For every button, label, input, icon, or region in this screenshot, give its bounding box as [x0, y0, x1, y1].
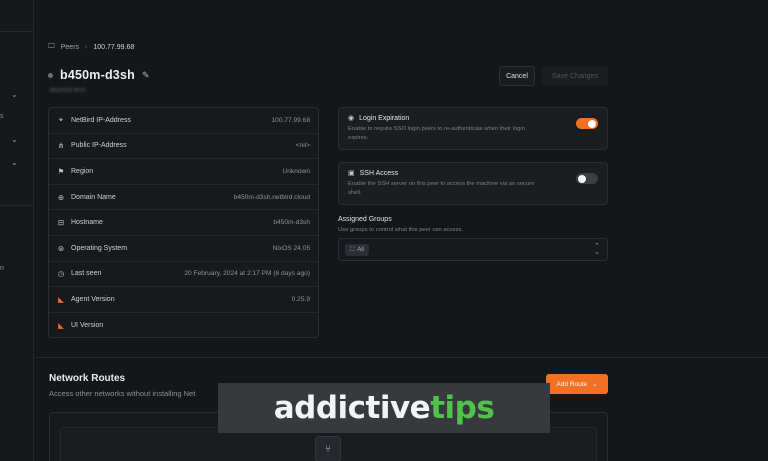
info-value: 100.77.99.68: [271, 116, 310, 124]
peer-subtitle-blurred: blurred text: [50, 87, 86, 94]
breadcrumb-separator: ›: [85, 43, 88, 51]
clock-icon: ◷: [57, 269, 65, 279]
assigned-groups-description: Use groups to control what this peer can…: [338, 227, 464, 233]
terminal-icon: ▣: [348, 170, 355, 177]
info-value: Unknown: [282, 167, 311, 175]
flag-icon: ⚑: [57, 166, 65, 176]
eye-icon: ◉: [348, 115, 355, 122]
chevron-down-icon: ⌄: [592, 381, 598, 388]
info-value: b450m-d3sh.netbird.cloud: [233, 193, 310, 201]
toggle-knob: [588, 119, 596, 128]
ssh-access-description: Enable the SSH server on this peer to ac…: [348, 181, 535, 196]
group-chip-label: All: [357, 247, 364, 253]
pencil-edit-icon[interactable]: ✎: [142, 70, 150, 81]
add-route-label: Add Route: [556, 380, 588, 388]
info-value: 20 February, 2024 at 2:17 PM (8 days ago…: [184, 270, 310, 278]
page-header: b450m-d3sh ✎: [48, 68, 150, 82]
sidebar-divider: [0, 31, 34, 32]
pin-icon: ⌖: [58, 115, 64, 125]
info-label: Domain Name: [71, 193, 116, 201]
route-fork-icon: ⑂: [315, 436, 341, 461]
status-dot: [48, 72, 53, 78]
info-label: Last seen: [71, 270, 102, 278]
ssh-access-panel: ▣ SSH Access Enable the SSH server on thi…: [338, 162, 608, 205]
info-value: b450m-d3sh: [273, 219, 310, 227]
info-label: Public IP-Address: [71, 142, 127, 150]
watermark-text-main: addictive: [273, 390, 431, 426]
login-expiration-toggle[interactable]: [576, 118, 598, 129]
netbird-icon: ◣: [58, 294, 64, 304]
sidebar-item-label[interactable]: n: [0, 265, 4, 272]
info-row-region: ⚑ Region Unknown: [49, 159, 318, 185]
save-changes-button[interactable]: Save Changes: [542, 66, 608, 86]
info-row-netbird-ip: ⌖ NetBird IP-Address 100.77.99.68: [49, 108, 318, 134]
ssh-access-title: SSH Access: [359, 169, 399, 177]
info-row-public-ip: ⋔ Public IP-Address <nil>: [49, 134, 318, 160]
netbird-icon: ◣: [58, 321, 64, 331]
info-label: Operating System: [71, 244, 128, 252]
globe-icon: ⊕: [57, 192, 65, 202]
login-expiration-description: Enable to require SSO login peers to re-…: [348, 126, 525, 141]
peer-info-card: ⌖ NetBird IP-Address 100.77.99.68 ⋔ Public…: [48, 107, 319, 338]
group-chip[interactable]: ⛶ All: [345, 244, 369, 256]
info-label: UI Version: [71, 322, 104, 330]
sidebar: ⌄ s ⌄ ⌄ n: [0, 0, 34, 461]
breadcrumb-current: 100.77.99.68: [93, 43, 135, 51]
os-icon: ⊛: [57, 243, 65, 253]
info-label: Hostname: [71, 219, 103, 227]
chevron-up-down-icon: ⌃ ⌄: [594, 243, 600, 256]
breadcrumb-peers-link[interactable]: Peers: [61, 44, 79, 51]
info-value: 0.25.9: [291, 295, 310, 303]
watermark-text-accent: tips: [430, 390, 495, 426]
assigned-groups-select[interactable]: ⛶ All ⌃ ⌄: [338, 238, 608, 261]
breadcrumb: 🖵 Peers › 100.77.99.68: [48, 43, 134, 51]
info-row-os: ⊛ Operating System NixOS 24.05: [49, 236, 318, 262]
chevron-down-icon[interactable]: ⌄: [11, 158, 18, 167]
server-icon: ⊟: [57, 218, 65, 228]
network-icon: ⋔: [57, 141, 65, 151]
info-value: NixOS 24.05: [272, 244, 310, 252]
network-routes-description: Access other networks without installing…: [49, 389, 196, 398]
info-row-ui-version: ◣ UI Version: [49, 313, 318, 339]
cancel-button[interactable]: Cancel: [499, 66, 535, 86]
page-title: b450m-d3sh: [60, 68, 135, 82]
toggle-knob: [578, 174, 586, 183]
info-label: Agent Version: [71, 295, 115, 303]
chevron-down-icon[interactable]: ⌄: [11, 90, 18, 99]
section-divider: [34, 357, 768, 358]
info-label: NetBird IP-Address: [71, 116, 131, 124]
add-route-button[interactable]: Add Route ⌄: [546, 374, 608, 394]
login-expiration-panel: ◉ Login Expiration Enable to require SSO …: [338, 107, 608, 150]
info-row-agent-version: ◣ Agent Version 0.25.9: [49, 287, 318, 313]
info-label: Region: [71, 167, 94, 175]
info-row-domain: ⊕ Domain Name b450m-d3sh.netbird.cloud: [49, 185, 318, 211]
info-row-last-seen: ◷ Last seen 20 February, 2024 at 2:17 PM …: [49, 262, 318, 288]
group-icon: ⛶: [350, 246, 355, 253]
chevron-down-icon[interactable]: ⌄: [11, 135, 18, 144]
info-row-hostname: ⊟ Hostname b450m-d3sh: [49, 210, 318, 236]
addictivetips-watermark: addictive tips: [218, 383, 550, 433]
ssh-access-toggle[interactable]: [576, 173, 598, 184]
network-routes-title: Network Routes: [49, 373, 126, 384]
sidebar-item-label[interactable]: s: [0, 113, 4, 120]
sidebar-divider: [0, 205, 34, 206]
monitor-icon: 🖵: [48, 43, 55, 50]
assigned-groups-title: Assigned Groups: [338, 216, 392, 223]
info-value: <nil>: [295, 142, 310, 150]
login-expiration-title: Login Expiration: [359, 114, 410, 122]
